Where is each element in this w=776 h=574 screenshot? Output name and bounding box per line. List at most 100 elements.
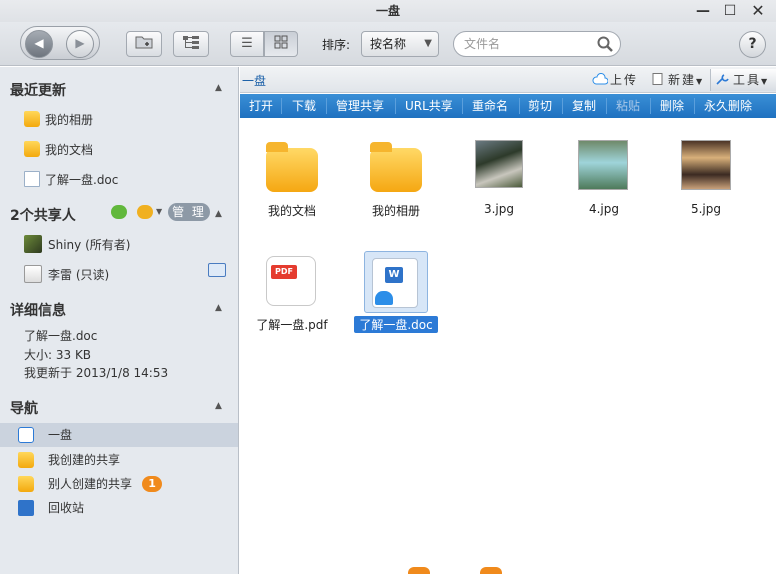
- new-file-icon: [652, 73, 663, 85]
- sharer-item-readonly[interactable]: 李雷 (只读): [24, 265, 109, 285]
- delete-command[interactable]: 删除: [660, 94, 684, 118]
- file-name: 了解一盘.pdf: [256, 318, 328, 332]
- open-command[interactable]: 打开: [249, 94, 273, 118]
- recent-item-doc[interactable]: 了解一盘.doc: [24, 170, 118, 190]
- word-doc-icon: W: [372, 258, 418, 308]
- tools-button[interactable]: 工具▼: [710, 69, 776, 91]
- nav-item-my-shares[interactable]: 我创建的共享: [0, 448, 238, 472]
- nav-item-trash[interactable]: 回收站: [0, 496, 238, 520]
- manage-sharers-button[interactable]: 管 理: [168, 203, 210, 221]
- detail-filename: 了解一盘.doc: [24, 329, 98, 343]
- file-item-pdf[interactable]: PDF 了解一盘.pdf: [246, 256, 338, 336]
- nav-item-others-shares[interactable]: 别人创建的共享 1: [0, 472, 238, 496]
- file-item-documents[interactable]: 我的文档: [246, 140, 338, 230]
- grid-view-icon[interactable]: [264, 31, 298, 57]
- breadcrumb[interactable]: 一盘: [242, 72, 266, 89]
- chevron-down-icon: ▼: [696, 77, 705, 86]
- folder-icon: [370, 142, 422, 192]
- upload-button[interactable]: 上传: [592, 71, 638, 88]
- cut-command[interactable]: 剪切: [528, 94, 552, 118]
- title-bar: 一盘 — ☐ ✕: [0, 0, 776, 22]
- sort-value: 按名称: [370, 37, 407, 51]
- recent-item-documents[interactable]: 我的文档: [24, 140, 93, 160]
- nav-section-title: 导航: [10, 401, 38, 417]
- chevron-down-icon: ▼: [424, 38, 432, 49]
- collapse-arrow-icon[interactable]: ▲: [215, 401, 222, 411]
- sharers-section-title: 2个共享人: [10, 208, 76, 224]
- details-section-title: 详细信息: [10, 303, 66, 319]
- nav-item-yipan[interactable]: 一盘: [0, 423, 238, 447]
- contact-card-icon[interactable]: [208, 263, 226, 277]
- avatar: [24, 235, 42, 253]
- chat-icon[interactable]: [111, 205, 127, 219]
- sort-label: 排序:: [322, 38, 351, 52]
- back-arrow-icon[interactable]: ◀: [25, 30, 53, 58]
- collapse-arrow-icon[interactable]: ▲: [215, 83, 222, 93]
- download-command[interactable]: 下载: [292, 94, 316, 118]
- image-thumbnail: [578, 140, 628, 190]
- copy-command[interactable]: 复制: [572, 94, 596, 118]
- file-name: 4.jpg: [588, 202, 620, 216]
- sort-dropdown[interactable]: 按名称 ▼: [361, 31, 439, 57]
- maximize-icon[interactable]: ☐: [720, 2, 740, 20]
- toolbar: ◀ ▶ ☰ 排序: 按名称 ▼ ?: [0, 22, 776, 66]
- file-item-photo-4[interactable]: 4.jpg: [558, 140, 650, 230]
- window-title: 一盘: [375, 4, 400, 18]
- command-bar: 打开 下载 管理共享 URL共享 重命名 剪切 复制 粘贴 删除 永久删除: [240, 94, 776, 118]
- file-item-album[interactable]: 我的相册: [350, 140, 442, 230]
- detail-updated: 我更新于 2013/1/8 14:53: [24, 366, 169, 380]
- history-nav: ◀ ▶: [20, 26, 100, 60]
- forward-arrow-icon[interactable]: ▶: [66, 30, 94, 58]
- upload-cloud-icon: [592, 73, 608, 85]
- permanent-delete-command[interactable]: 永久删除: [704, 94, 752, 118]
- pdf-icon: PDF: [266, 256, 316, 306]
- trash-icon: [18, 500, 34, 516]
- new-folder-icon[interactable]: [126, 31, 162, 57]
- cloud-icon: [18, 427, 34, 443]
- search-icon[interactable]: [596, 35, 614, 53]
- sidebar: 最近更新 ▲ 我的相册 我的文档 了解一盘.doc 2个共享人 ▼ 管 理 ▲ …: [0, 67, 239, 574]
- manage-share-command[interactable]: 管理共享: [336, 94, 384, 118]
- folder-tree-icon[interactable]: [173, 31, 209, 57]
- folder-icon: [24, 111, 40, 127]
- recent-item-album[interactable]: 我的相册: [24, 110, 93, 130]
- status-indicator: [480, 567, 502, 574]
- shared-folder-icon: [18, 452, 34, 468]
- count-badge: 1: [142, 476, 163, 492]
- detail-size: 大小: 33 KB: [24, 348, 92, 362]
- collapse-arrow-icon[interactable]: ▲: [215, 303, 222, 313]
- file-name: 我的文档: [267, 204, 316, 218]
- pdf-label-icon: PDF: [271, 265, 297, 279]
- message-icon[interactable]: [137, 205, 153, 219]
- help-button[interactable]: ?: [739, 31, 766, 58]
- wrench-icon: [716, 74, 729, 85]
- shared-folder-icon: [18, 476, 34, 492]
- list-view-icon[interactable]: ☰: [230, 31, 264, 57]
- file-item-doc[interactable]: W 了解一盘.doc: [350, 256, 442, 336]
- word-doc-icon: [24, 171, 40, 187]
- file-item-photo-5[interactable]: 5.jpg: [660, 140, 752, 230]
- chevron-down-icon[interactable]: ▼: [156, 207, 162, 216]
- rename-command[interactable]: 重命名: [472, 94, 508, 118]
- file-item-photo-3[interactable]: 3.jpg: [453, 140, 545, 230]
- file-name: 5.jpg: [690, 202, 722, 216]
- paste-command[interactable]: 粘贴: [616, 94, 640, 118]
- sharer-item-owner[interactable]: Shiny (所有者): [24, 235, 130, 255]
- collapse-arrow-icon[interactable]: ▲: [215, 209, 222, 219]
- path-bar: 一盘 上传 新建▼ 工具▼: [240, 67, 776, 93]
- minimize-icon[interactable]: —: [693, 2, 713, 20]
- url-share-command[interactable]: URL共享: [405, 94, 453, 118]
- new-button[interactable]: 新建▼: [650, 71, 704, 88]
- close-icon[interactable]: ✕: [748, 2, 768, 20]
- file-name: 3.jpg: [483, 202, 515, 216]
- folder-icon: [24, 141, 40, 157]
- word-label-icon: W: [385, 267, 403, 283]
- file-name: 了解一盘.doc: [354, 316, 438, 333]
- shortcut-arrow-icon: [375, 291, 393, 305]
- file-grid: 我的文档 我的相册 3.jpg 4.jpg 5.jpg PDF 了解一盘.pdf…: [240, 118, 776, 574]
- search-input[interactable]: [464, 35, 594, 53]
- folder-icon: [266, 142, 318, 192]
- status-indicator: [408, 567, 430, 574]
- search-box[interactable]: [453, 31, 621, 57]
- recent-section-title: 最近更新: [10, 83, 66, 99]
